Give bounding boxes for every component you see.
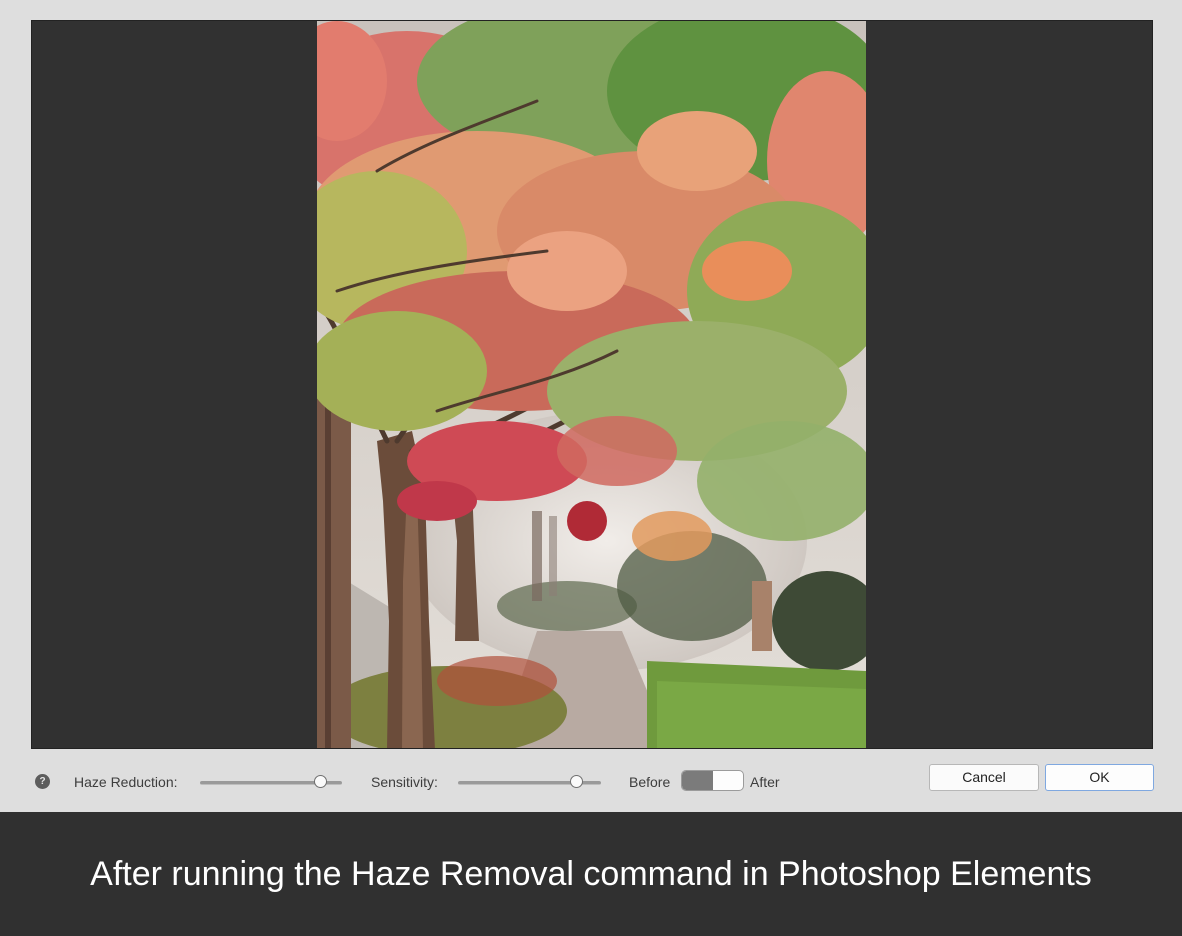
before-after-toggle[interactable]	[681, 770, 744, 791]
sensitivity-slider[interactable]	[458, 775, 601, 788]
after-label: After	[750, 774, 780, 790]
sensitivity-label: Sensitivity:	[371, 774, 438, 790]
haze-removal-dialog: ? Haze Reduction: Sensitivity: Before Af…	[0, 0, 1182, 812]
image-preview-area	[31, 20, 1153, 749]
haze-reduction-thumb[interactable]	[314, 775, 327, 788]
toggle-knob[interactable]	[682, 771, 713, 790]
cancel-button[interactable]: Cancel	[929, 764, 1039, 791]
before-label: Before	[629, 774, 671, 790]
question-circle-icon[interactable]: ?	[35, 774, 50, 789]
ok-button[interactable]: OK	[1045, 764, 1154, 791]
haze-reduction-slider[interactable]	[200, 775, 342, 788]
sensitivity-thumb[interactable]	[570, 775, 583, 788]
autumn-street-photo	[317, 21, 866, 748]
haze-reduction-label: Haze Reduction:	[74, 774, 178, 790]
caption-bar: After running the Haze Removal command i…	[0, 812, 1182, 936]
controls-bar: ? Haze Reduction: Sensitivity: Before Af…	[0, 752, 1182, 812]
caption-text: After running the Haze Removal command i…	[90, 855, 1092, 893]
